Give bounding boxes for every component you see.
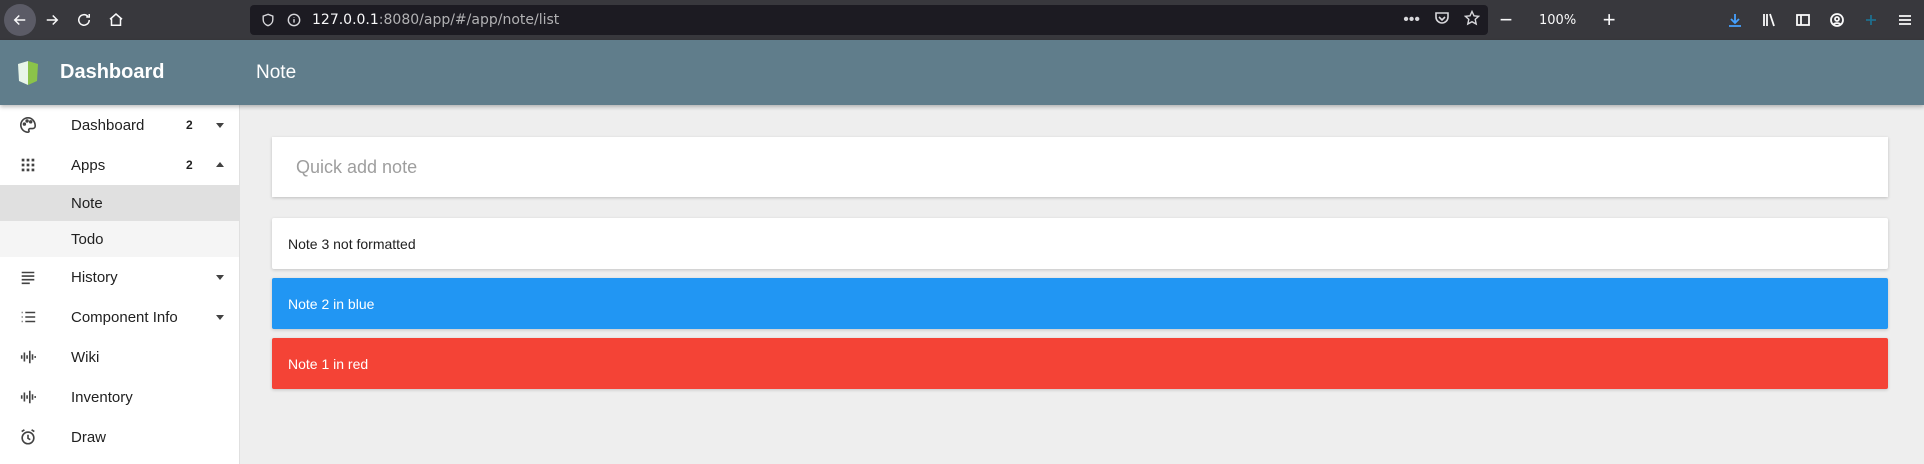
sidebar-toggle-icon[interactable] bbox=[1794, 11, 1812, 29]
sidebar-item-history[interactable]: History bbox=[0, 257, 239, 297]
page-actions-icon[interactable]: ••• bbox=[1403, 11, 1420, 29]
sidebar-item-component-info[interactable]: Component Info bbox=[0, 297, 239, 337]
zoom-out-button[interactable]: − bbox=[1495, 7, 1517, 33]
note-text: Note 3 not formatted bbox=[288, 235, 416, 252]
main-content: Note 3 not formatted Note 2 in blue Note… bbox=[272, 137, 1888, 389]
quick-add-card bbox=[272, 137, 1888, 197]
info-icon[interactable] bbox=[286, 12, 302, 28]
zoom-in-button[interactable]: + bbox=[1598, 7, 1620, 33]
reload-button[interactable] bbox=[68, 4, 100, 36]
waveform-icon bbox=[18, 347, 38, 367]
account-icon[interactable] bbox=[1828, 11, 1846, 29]
sidebar-item-label: Component Info bbox=[71, 308, 178, 326]
extension-icon[interactable] bbox=[1862, 11, 1880, 29]
note-list: Note 3 not formatted Note 2 in blue Note… bbox=[272, 218, 1888, 389]
sidebar-subitem-note[interactable]: Note bbox=[0, 185, 239, 221]
url-text[interactable]: 127.0.0.1:8080/app/#/app/note/list bbox=[312, 12, 559, 28]
note-text: Note 2 in blue bbox=[288, 295, 375, 312]
logo-icon[interactable] bbox=[16, 60, 40, 86]
sidebar-subitem-todo[interactable]: Todo bbox=[0, 221, 239, 257]
sidebar-item-wiki[interactable]: Wiki bbox=[0, 337, 239, 377]
arrow-right-icon bbox=[46, 14, 59, 26]
count-badge: 2 bbox=[186, 118, 193, 132]
url-host: 127.0.0.1 bbox=[312, 12, 379, 28]
home-icon bbox=[109, 13, 123, 26]
caret-up-icon bbox=[214, 159, 226, 171]
count-badge: 2 bbox=[186, 158, 193, 172]
quick-add-note-input[interactable] bbox=[296, 156, 1796, 178]
back-button[interactable] bbox=[4, 4, 36, 36]
caret-down-icon bbox=[214, 119, 226, 131]
pocket-icon[interactable] bbox=[1434, 10, 1450, 31]
url-actions: ••• bbox=[1403, 5, 1481, 35]
waveform-icon bbox=[18, 387, 38, 407]
apps-grid-icon bbox=[18, 155, 38, 175]
downloads-icon[interactable] bbox=[1726, 11, 1744, 29]
sidebar-subitem-label: Todo bbox=[71, 230, 104, 248]
browser-toolbar: 127.0.0.1:8080/app/#/app/note/list ••• −… bbox=[0, 0, 1924, 40]
apps-submenu: Note Todo bbox=[0, 185, 239, 257]
note-text: Note 1 in red bbox=[288, 355, 369, 372]
sidebar-item-label: Draw bbox=[71, 428, 107, 446]
sidebar-item-label: Dashboard bbox=[71, 116, 145, 134]
note-card[interactable]: Note 1 in red bbox=[272, 338, 1888, 389]
sidebar-item-label: Apps bbox=[71, 156, 106, 174]
url-bar[interactable]: 127.0.0.1:8080/app/#/app/note/list ••• bbox=[250, 5, 1488, 35]
history-list-icon bbox=[18, 267, 38, 287]
home-button[interactable] bbox=[100, 4, 132, 36]
note-card[interactable]: Note 2 in blue bbox=[272, 278, 1888, 329]
palette-icon bbox=[18, 115, 38, 135]
library-icon[interactable] bbox=[1760, 11, 1778, 29]
page-title: Note bbox=[256, 61, 297, 83]
shield-icon[interactable] bbox=[260, 12, 276, 28]
caret-down-icon bbox=[214, 271, 226, 283]
forward-button[interactable] bbox=[36, 4, 68, 36]
zoom-controls: − 100% + bbox=[1495, 0, 1620, 40]
app-header: Dashboard Note bbox=[0, 40, 1924, 105]
alarm-clock-icon bbox=[18, 427, 38, 447]
caret-down-icon bbox=[214, 311, 226, 323]
sidebar-item-dashboard[interactable]: Dashboard 2 bbox=[0, 105, 239, 145]
sidebar-item-apps[interactable]: Apps 2 bbox=[0, 145, 239, 185]
brand-title[interactable]: Dashboard bbox=[60, 61, 164, 84]
browser-toolbar-right bbox=[1726, 0, 1914, 40]
sidebar-item-draw[interactable]: Draw bbox=[0, 417, 239, 457]
menu-icon[interactable] bbox=[1896, 11, 1914, 29]
sidebar-subitem-label: Note bbox=[71, 194, 103, 212]
sidebar: Dashboard 2 Apps 2 Note Todo History Com… bbox=[0, 105, 240, 464]
sidebar-item-label: History bbox=[71, 268, 118, 286]
sidebar-item-label: Wiki bbox=[71, 348, 100, 366]
note-card[interactable]: Note 3 not formatted bbox=[272, 218, 1888, 269]
sidebar-item-inventory[interactable]: Inventory bbox=[0, 377, 239, 417]
list-icon bbox=[18, 307, 38, 327]
sidebar-item-label: Inventory bbox=[71, 388, 133, 406]
url-path: :8080/app/#/app/note/list bbox=[378, 12, 560, 28]
arrow-left-icon bbox=[13, 14, 26, 26]
zoom-level[interactable]: 100% bbox=[1529, 13, 1586, 28]
reload-icon bbox=[78, 13, 90, 26]
bookmark-star-icon[interactable] bbox=[1463, 9, 1481, 31]
